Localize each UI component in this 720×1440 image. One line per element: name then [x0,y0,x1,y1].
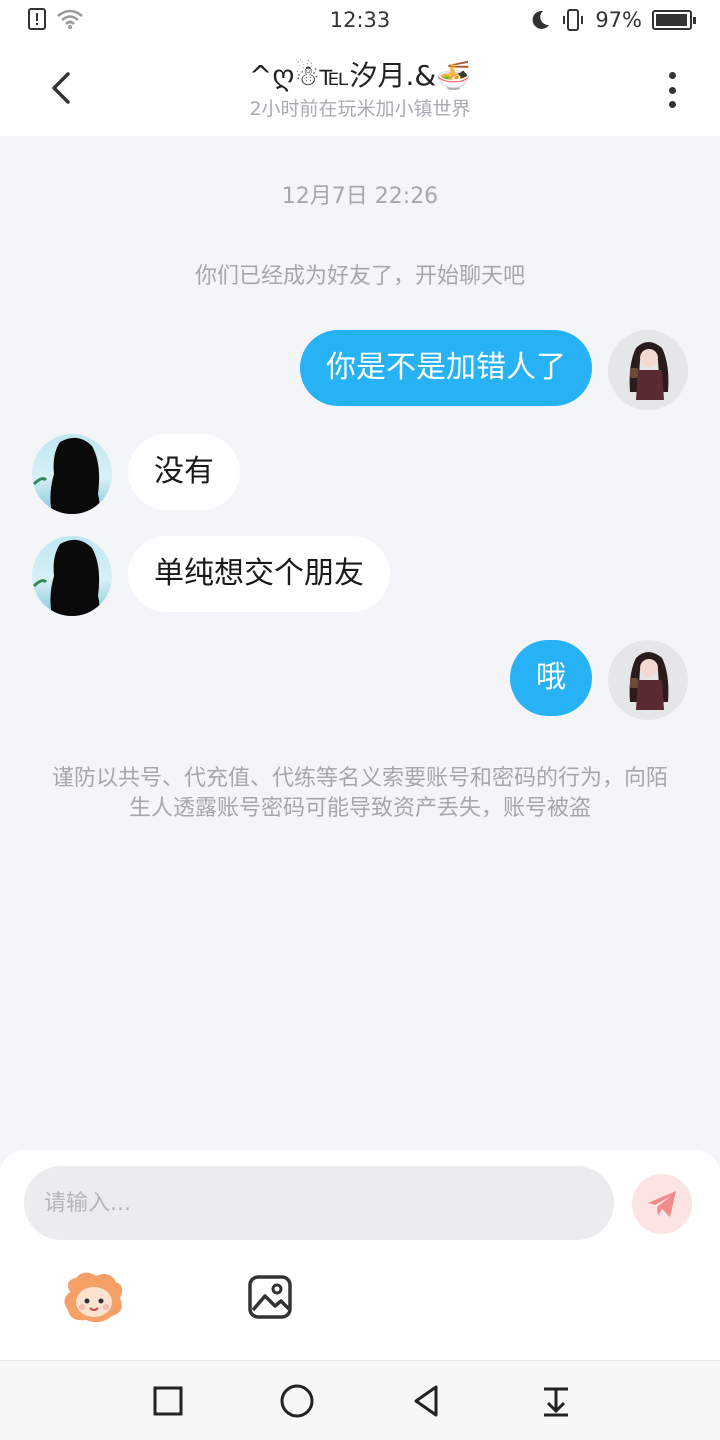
message-timestamp: 12月7日 22:26 [281,184,439,209]
my-avatar[interactable] [608,330,688,410]
recent-apps-button[interactable] [150,1383,186,1419]
battery-level [656,14,687,26]
message-bubble-sent[interactable]: 哦 [510,640,592,716]
image-picker-icon[interactable] [247,1274,293,1320]
status-bar: 12:33 97% [0,0,720,40]
chat-subtitle: 2小时前在玩米加小镇世界 [249,98,471,120]
avatar-silhouette-icon [32,437,100,514]
chat-title: ^ღ☃℡汐月.&🍜 [248,59,472,92]
back-nav-button[interactable] [408,1383,444,1419]
security-warning: 谨防以共号、代充值、代练等名义索要账号和密码的行为，向陌生人透露账号密码可能导致… [51,766,668,821]
message-bubble-received[interactable]: 没有 [128,434,240,510]
emoji-sticker-icon[interactable] [60,1270,128,1326]
home-button[interactable] [279,1383,315,1419]
moon-icon [532,10,550,29]
more-options-button[interactable] [652,68,692,112]
more-dot-icon [668,72,676,79]
avatar-girl-icon [629,342,669,400]
paper-plane-icon [648,1191,676,1217]
message-input[interactable] [24,1166,614,1240]
battery-icon [652,10,696,30]
pull-down-button[interactable] [538,1383,574,1419]
status-right-icons: 97% [529,8,696,32]
contact-avatar[interactable] [32,536,112,616]
message-bubble-sent[interactable]: 你是不是加错人了 [300,330,592,406]
chat-header: ^ღ☃℡汐月.&🍜 2小时前在玩米加小镇世界 [0,40,720,136]
message-bubble-received[interactable]: 单纯想交个朋友 [128,536,390,612]
input-panel [0,1150,720,1360]
more-dot-icon [668,86,676,94]
avatar-silhouette-icon [32,539,100,616]
my-avatar[interactable] [608,640,688,720]
send-button[interactable] [632,1174,692,1234]
vibrate-icon [563,9,584,31]
more-dot-icon [668,101,676,108]
avatar-girl-icon [629,652,669,710]
system-note: 你们已经成为好友了，开始聊天吧 [194,264,525,289]
contact-avatar[interactable] [32,434,112,514]
battery-percent: 97% [595,8,642,32]
system-nav-bar [0,1360,720,1440]
